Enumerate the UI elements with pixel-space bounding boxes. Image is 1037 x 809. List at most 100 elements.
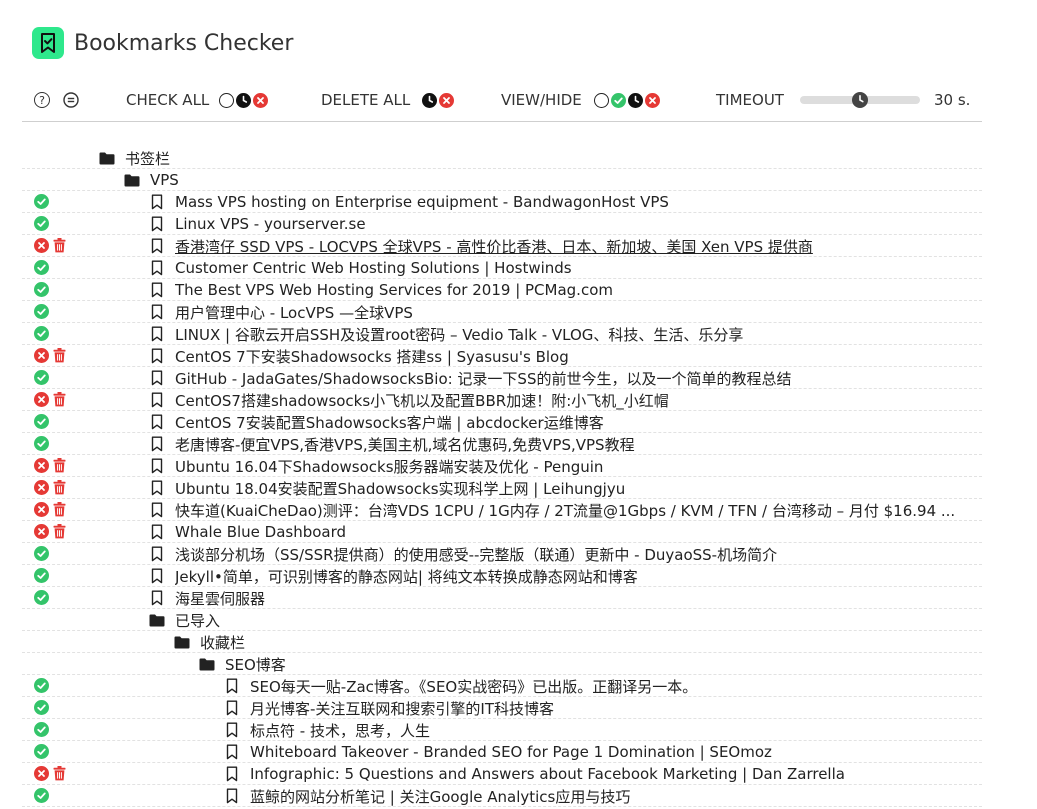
bookmark-item[interactable]: Customer Centric Web Hosting Solutions |… [149,257,572,279]
check-all-error-button[interactable] [253,92,269,108]
bookmark-item[interactable]: Mass VPS hosting on Enterprise equipment… [149,191,669,213]
bookmark-row[interactable]: Infographic: 5 Questions and Answers abo… [22,763,982,785]
bookmark-title[interactable]: Jekyll•简单，可识别博客的静态网站| 将纯文本转换成静态网站和博客 [175,566,638,587]
bookmark-item[interactable]: 用户管理中心 - LocVPS —全球VPS [149,301,413,323]
bookmark-title[interactable]: 海星雲伺服器 [175,588,265,609]
bookmark-row[interactable]: Jekyll•简单，可识别博客的静态网站| 将纯文本转换成静态网站和博客 [22,565,982,587]
bookmark-title[interactable]: Mass VPS hosting on Enterprise equipment… [175,193,669,211]
folder-row[interactable]: 已导入 [22,609,982,631]
folder-row[interactable]: 收藏栏 [22,631,982,653]
bookmark-item[interactable]: CentOS7搭建shadowsocks小飞机以及配置BBR加速！附:小飞机_小… [149,389,669,411]
bookmark-title[interactable]: 蓝鲸的网站分析笔记 | 关注Google Analytics应用与技巧 [250,786,630,807]
bookmark-title[interactable]: 标点符 - 技术，思考，人生 [250,720,430,741]
check-all-pending-button[interactable] [236,92,252,108]
bookmark-row[interactable]: The Best VPS Web Hosting Services for 20… [22,279,982,301]
bookmark-row[interactable]: CentOS 7下安装Shadowsocks 搭建ss | Syasusu's … [22,345,982,367]
bookmark-row[interactable]: 标点符 - 技术，思考，人生 [22,719,982,741]
bookmark-row[interactable]: Ubuntu 18.04安装配置Shadowsocks实现科学上网 | Leih… [22,477,982,499]
bookmark-title[interactable]: Whale Blue Dashboard [175,523,346,541]
bookmark-title[interactable]: Ubuntu 16.04下Shadowsocks服务器端安装及优化 - Peng… [175,456,603,477]
bookmark-title[interactable]: The Best VPS Web Hosting Services for 20… [175,281,613,299]
bookmark-item[interactable]: Linux VPS - yourserver.se [149,213,366,235]
bookmark-title[interactable]: Whiteboard Takeover - Branded SEO for Pa… [250,743,772,761]
bookmark-row[interactable]: SEO每天一贴-Zac博客。《SEO实战密码》已出版。正翻译另一本。 [22,675,982,697]
folder-item[interactable]: 书签栏 [99,147,170,169]
bookmark-title[interactable]: 香港湾仔 SSD VPS - LOCVPS 全球VPS - 高性价比香港、日本、… [175,236,813,257]
bookmark-title[interactable]: Linux VPS - yourserver.se [175,215,366,233]
bookmark-title[interactable]: 用户管理中心 - LocVPS —全球VPS [175,302,413,323]
timeout-slider[interactable] [799,92,920,108]
trash-icon[interactable] [53,458,66,473]
view-pending-toggle[interactable] [627,92,643,108]
bookmark-row[interactable]: Whiteboard Takeover - Branded SEO for Pa… [22,741,982,763]
folder-row[interactable]: SEO博客 [22,653,982,675]
bookmark-title[interactable]: CentOS7搭建shadowsocks小飞机以及配置BBR加速！附:小飞机_小… [175,390,669,411]
folder-item[interactable]: VPS [124,169,179,191]
bookmark-row[interactable]: Customer Centric Web Hosting Solutions |… [22,257,982,279]
folder-item[interactable]: 收藏栏 [174,631,245,653]
check-all-unchecked-button[interactable] [219,92,235,108]
bookmark-row[interactable]: Linux VPS - yourserver.se [22,213,982,235]
bookmark-title[interactable]: Customer Centric Web Hosting Solutions |… [175,259,572,277]
bookmark-item[interactable]: 海星雲伺服器 [149,587,265,609]
bookmark-row[interactable]: 用户管理中心 - LocVPS —全球VPS [22,301,982,323]
bookmark-row[interactable]: LINUX | 谷歌云开启SSH及设置root密码 – Vedio Talk -… [22,323,982,345]
trash-icon[interactable] [53,524,66,539]
bookmark-row[interactable]: CentOS 7安装配置Shadowsocks客户端 | abcdocker运维… [22,411,982,433]
bookmark-row[interactable]: 月光博客-关注互联网和搜索引擎的IT科技博客 [22,697,982,719]
bookmark-item[interactable]: Ubuntu 16.04下Shadowsocks服务器端安装及优化 - Peng… [149,455,603,477]
bookmark-item[interactable]: Jekyll•简单，可识别博客的静态网站| 将纯文本转换成静态网站和博客 [149,565,638,587]
bookmark-title[interactable]: 快车道(KuaiCheDao)测评：台湾VDS 1CPU / 1G内存 / 2T… [175,500,955,521]
bookmark-title[interactable]: CentOS 7下安装Shadowsocks 搭建ss | Syasusu's … [175,346,569,367]
bookmark-title[interactable]: LINUX | 谷歌云开启SSH及设置root密码 – Vedio Talk -… [175,324,743,345]
trash-icon[interactable] [53,766,66,781]
bookmark-row[interactable]: 快车道(KuaiCheDao)测评：台湾VDS 1CPU / 1G内存 / 2T… [22,499,982,521]
trash-icon[interactable] [53,502,66,517]
bookmark-row[interactable]: 蓝鲸的网站分析笔记 | 关注Google Analytics应用与技巧 [22,785,982,807]
bookmark-row[interactable]: Ubuntu 16.04下Shadowsocks服务器端安装及优化 - Peng… [22,455,982,477]
bookmark-item[interactable]: Whiteboard Takeover - Branded SEO for Pa… [224,741,772,763]
view-ok-toggle[interactable] [610,92,626,108]
trash-icon[interactable] [53,480,66,495]
bookmark-item[interactable]: 浅谈部分机场（SS/SSR提供商）的使用感受--完整版（联通）更新中 - Duy… [149,543,777,565]
bookmark-row[interactable]: GitHub - JadaGates/ShadowsocksBio: 记录一下S… [22,367,982,389]
bookmark-item[interactable]: 月光博客-关注互联网和搜索引擎的IT科技博客 [224,697,554,719]
bookmark-title[interactable]: 老唐博客-便宜VPS,香港VPS,美国主机,域名优惠码,免费VPS,VPS教程 [175,434,635,455]
bookmark-item[interactable]: GitHub - JadaGates/ShadowsocksBio: 记录一下S… [149,367,791,389]
bookmark-item[interactable]: 标点符 - 技术，思考，人生 [224,719,430,741]
bookmark-row[interactable]: 海星雲伺服器 [22,587,982,609]
delete-all-pending-button[interactable] [422,92,438,108]
bookmark-item[interactable]: 快车道(KuaiCheDao)测评：台湾VDS 1CPU / 1G内存 / 2T… [149,499,955,521]
bookmark-title[interactable]: 月光博客-关注互联网和搜索引擎的IT科技博客 [250,698,554,719]
bookmark-title[interactable]: Ubuntu 18.04安装配置Shadowsocks实现科学上网 | Leih… [175,478,625,499]
help-icon[interactable]: ? [34,92,50,108]
bookmark-title[interactable]: SEO每天一贴-Zac博客。《SEO实战密码》已出版。正翻译另一本。 [250,676,697,697]
folder-row[interactable]: VPS [22,169,982,191]
bookmark-item[interactable]: Whale Blue Dashboard [149,521,346,543]
folder-item[interactable]: 已导入 [149,609,220,631]
bookmark-row[interactable]: 香港湾仔 SSD VPS - LOCVPS 全球VPS - 高性价比香港、日本、… [22,235,982,257]
bookmark-row[interactable]: CentOS7搭建shadowsocks小飞机以及配置BBR加速！附:小飞机_小… [22,389,982,411]
bookmark-row[interactable]: Whale Blue Dashboard [22,521,982,543]
trash-icon[interactable] [53,392,66,407]
bookmark-item[interactable]: 老唐博客-便宜VPS,香港VPS,美国主机,域名优惠码,免费VPS,VPS教程 [149,433,635,455]
bookmark-row[interactable]: 浅谈部分机场（SS/SSR提供商）的使用感受--完整版（联通）更新中 - Duy… [22,543,982,565]
timeout-slider-handle[interactable] [851,92,868,108]
bookmark-item[interactable]: Ubuntu 18.04安装配置Shadowsocks实现科学上网 | Leih… [149,477,625,499]
bookmark-item[interactable]: CentOS 7安装配置Shadowsocks客户端 | abcdocker运维… [149,411,604,433]
trash-icon[interactable] [53,348,66,363]
folder-item[interactable]: SEO博客 [199,653,286,675]
bookmark-title[interactable]: 浅谈部分机场（SS/SSR提供商）的使用感受--完整版（联通）更新中 - Duy… [175,544,777,565]
folder-row[interactable]: 书签栏 [22,147,982,169]
bookmark-row[interactable]: Mass VPS hosting on Enterprise equipment… [22,191,982,213]
delete-all-error-button[interactable] [439,92,455,108]
view-unchecked-toggle[interactable] [593,92,609,108]
bookmark-item[interactable]: CentOS 7下安装Shadowsocks 搭建ss | Syasusu's … [149,345,569,367]
bookmark-item[interactable]: LINUX | 谷歌云开启SSH及设置root密码 – Vedio Talk -… [149,323,743,345]
bookmark-item[interactable]: SEO每天一贴-Zac博客。《SEO实战密码》已出版。正翻译另一本。 [224,675,697,697]
bookmark-title[interactable]: Infographic: 5 Questions and Answers abo… [250,765,845,783]
trash-icon[interactable] [53,238,66,253]
bookmark-title[interactable]: CentOS 7安装配置Shadowsocks客户端 | abcdocker运维… [175,412,604,433]
bookmark-item[interactable]: The Best VPS Web Hosting Services for 20… [149,279,613,301]
bookmark-item[interactable]: 蓝鲸的网站分析笔记 | 关注Google Analytics应用与技巧 [224,785,630,807]
